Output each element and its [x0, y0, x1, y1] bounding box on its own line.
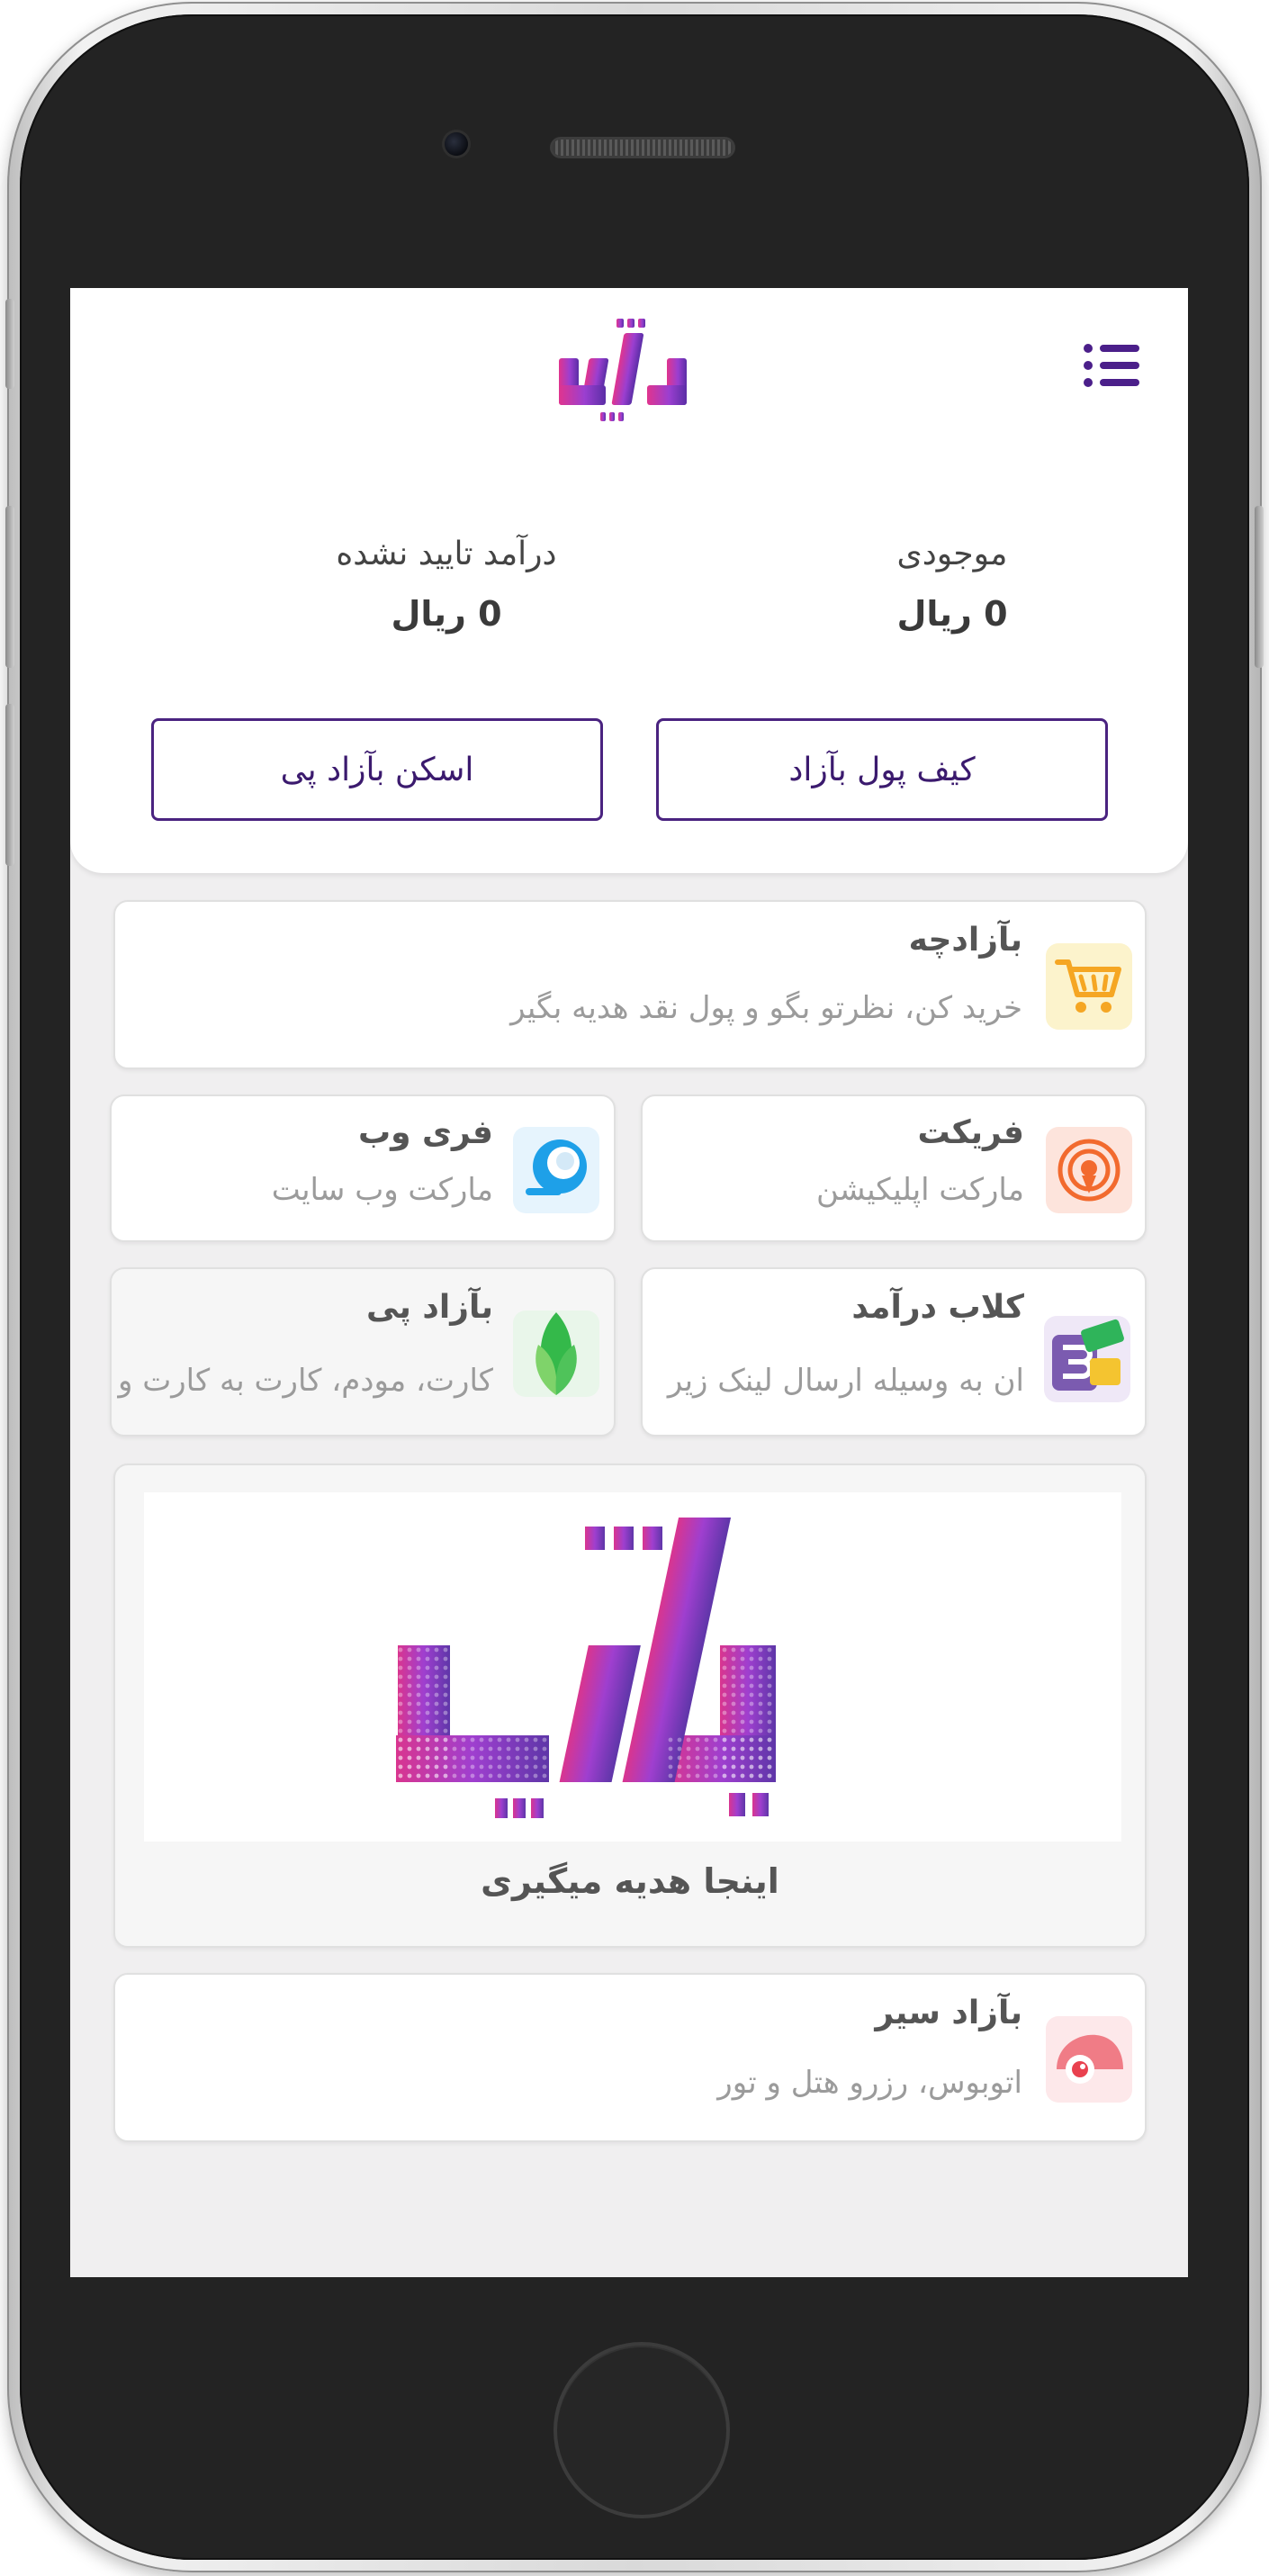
- app-screen: موجودی 0 ریال درآمد تایید نشده 0 ریال کی…: [70, 288, 1188, 2277]
- power-button: [1255, 506, 1264, 668]
- travel-icon: [1046, 2016, 1132, 2103]
- volume-down-button: [5, 704, 14, 866]
- bazadcheh-desc: خرید کن، نظرتو بگو و پول نقد هدیه بگیر: [510, 990, 1022, 1026]
- wallet-button[interactable]: کیف پول بآزاد: [656, 718, 1108, 821]
- shopping-cart-icon: [1046, 943, 1132, 1030]
- leaf-icon: [513, 1311, 599, 1397]
- bazadcheh-card[interactable]: بآزادچه خرید کن، نظرتو بگو و پول نقد هدی…: [113, 900, 1147, 1069]
- volume-up-button: [5, 506, 14, 668]
- bazad-logo[interactable]: [541, 315, 706, 432]
- earn-club-icon: [1044, 1316, 1130, 1402]
- bazad-pay-desc: کارت، مودم، کارت به کارت و: [118, 1363, 493, 1399]
- menu-icon[interactable]: [1084, 340, 1141, 391]
- freekat-title: فریکت: [917, 1114, 1024, 1151]
- freekat-app-icon: [1046, 1127, 1132, 1213]
- earn-club-desc: ان به وسیله ارسال لینک زیر: [667, 1363, 1024, 1399]
- bazad-seir-desc: اتوبوس، رزرو هتل و تور: [717, 2065, 1022, 2101]
- freekat-card[interactable]: فریکت مارکت اپلیکیشن: [641, 1094, 1147, 1242]
- gift-banner-caption: اینجا هدیه میگیری: [481, 1861, 779, 1901]
- freeweb-icon: [513, 1127, 599, 1213]
- balance-value: 0 ریال: [772, 594, 1132, 634]
- bazad-banner-logo: [396, 1518, 776, 1818]
- bazad-seir-title: بآزاد سیر: [875, 1995, 1022, 2031]
- freekat-desc: مارکت اپلیکیشن: [815, 1172, 1024, 1208]
- bazad-seir-card[interactable]: بآزاد سیر اتوبوس، رزرو هتل و تور: [113, 1973, 1147, 2142]
- balance-label: موجودی: [896, 536, 1008, 572]
- earn-club-title: کلاب درآمد: [851, 1289, 1024, 1326]
- freeweb-title: فری وب: [357, 1114, 493, 1151]
- unconfirmed-income-amount: 0 ریال: [391, 594, 502, 634]
- mute-switch: [5, 299, 14, 389]
- earpiece-speaker: [553, 140, 733, 156]
- bazad-pay-card[interactable]: بآزاد پی کارت، مودم، کارت به کارت و: [110, 1267, 616, 1437]
- bazad-pay-title: بآزاد پی: [365, 1289, 493, 1326]
- earn-club-card[interactable]: کلاب درآمد ان به وسیله ارسال لینک زیر: [641, 1267, 1147, 1437]
- bazadcheh-title: بآزادچه: [908, 922, 1022, 959]
- unconfirmed-income-label: درآمد تایید نشده: [336, 536, 557, 572]
- freeweb-desc: مارکت وب سایت: [271, 1172, 493, 1208]
- home-button[interactable]: [554, 2342, 730, 2518]
- unconfirmed-income-value: 0 ریال: [266, 594, 626, 634]
- balance-amount: 0 ریال: [896, 594, 1008, 634]
- scan-pay-button[interactable]: اسکن بآزاد پی: [151, 718, 603, 821]
- gift-banner-card[interactable]: اینجا هدیه میگیری: [113, 1464, 1147, 1948]
- freeweb-card[interactable]: فری وب مارکت وب سایت: [110, 1094, 616, 1242]
- app-header: موجودی 0 ریال درآمد تایید نشده 0 ریال کی…: [70, 288, 1188, 873]
- bazad-banner-image: [144, 1492, 1121, 1842]
- front-camera: [445, 132, 468, 156]
